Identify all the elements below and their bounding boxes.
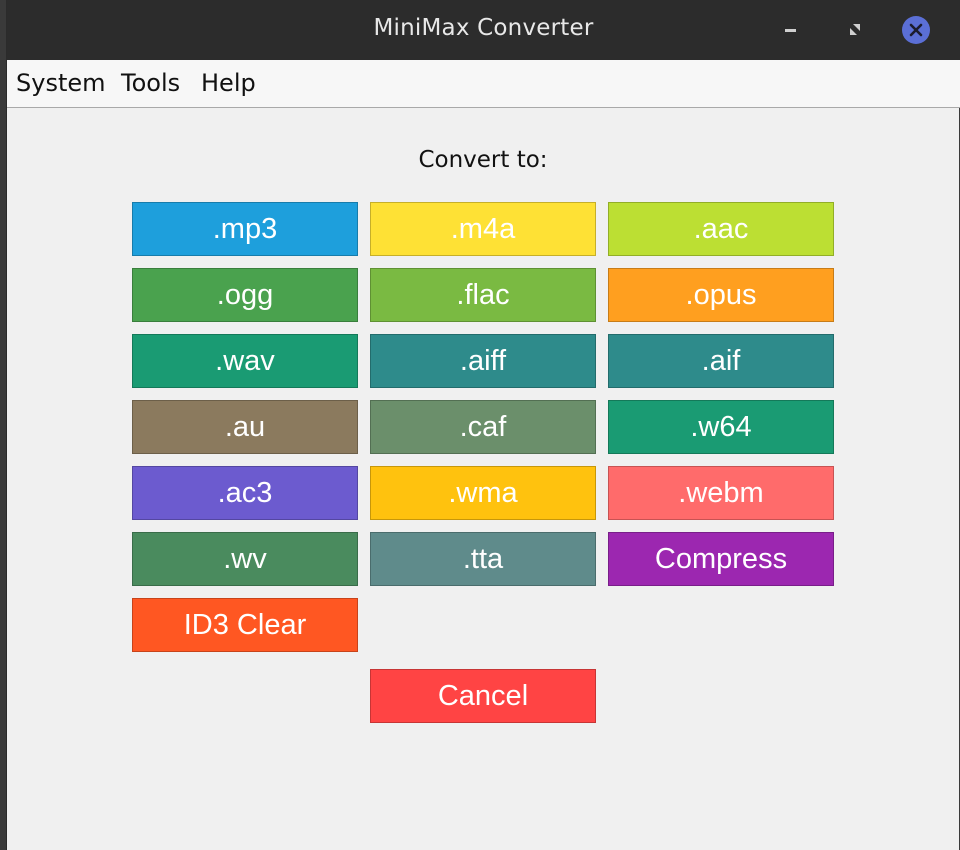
mp3-button[interactable]: .mp3 [132, 202, 358, 256]
cancel-button[interactable]: Cancel [370, 669, 596, 723]
aac-button[interactable]: .aac [608, 202, 834, 256]
close-icon [902, 16, 930, 44]
compress-button[interactable]: Compress [608, 532, 834, 586]
maximize-button[interactable] [841, 16, 869, 44]
menu-help[interactable]: Help [201, 69, 256, 97]
aif-button[interactable]: .aif [608, 334, 834, 388]
maximize-icon [850, 24, 860, 35]
wv-button[interactable]: .wv [132, 532, 358, 586]
title-bar[interactable]: MiniMax Converter [7, 0, 960, 60]
minimize-icon [785, 29, 796, 32]
aiff-button[interactable]: .aiff [370, 334, 596, 388]
wma-button[interactable]: .wma [370, 466, 596, 520]
wav-button[interactable]: .wav [132, 334, 358, 388]
minimize-button[interactable] [777, 16, 805, 44]
webm-button[interactable]: .webm [608, 466, 834, 520]
app-window: MiniMax Converter System Tools Help Conv… [6, 0, 960, 850]
id3-clear-button[interactable]: ID3 Clear [132, 598, 358, 652]
flac-button[interactable]: .flac [370, 268, 596, 322]
au-button[interactable]: .au [132, 400, 358, 454]
ac3-button[interactable]: .ac3 [132, 466, 358, 520]
w64-button[interactable]: .w64 [608, 400, 834, 454]
caf-button[interactable]: .caf [370, 400, 596, 454]
close-button[interactable] [902, 16, 930, 44]
menu-bar: System Tools Help [7, 60, 960, 108]
ogg-button[interactable]: .ogg [132, 268, 358, 322]
opus-button[interactable]: .opus [608, 268, 834, 322]
menu-tools[interactable]: Tools [121, 69, 180, 97]
window-title: MiniMax Converter [373, 15, 594, 41]
menu-system[interactable]: System [16, 69, 106, 97]
convert-to-heading: Convert to: [418, 147, 548, 173]
tta-button[interactable]: .tta [370, 532, 596, 586]
m4a-button[interactable]: .m4a [370, 202, 596, 256]
